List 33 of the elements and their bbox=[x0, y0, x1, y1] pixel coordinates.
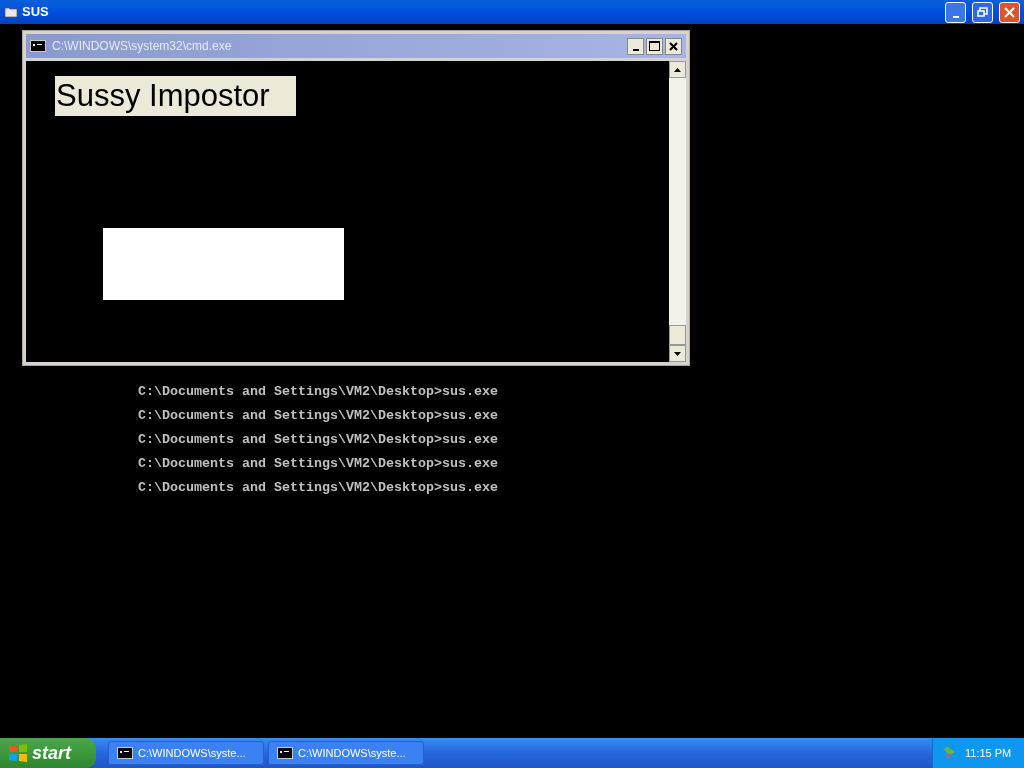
scroll-up-button[interactable] bbox=[669, 61, 686, 78]
close-button[interactable] bbox=[665, 37, 682, 55]
console-icon bbox=[30, 40, 46, 52]
label: Sussy Impostor bbox=[55, 76, 296, 116]
window-title: SUS bbox=[22, 3, 49, 22]
up-arrow-icon bbox=[674, 67, 681, 72]
scroll-down-button[interactable] bbox=[669, 345, 686, 362]
folder-icon bbox=[4, 6, 18, 18]
maximize-icon bbox=[649, 41, 660, 51]
restore-icon bbox=[977, 7, 988, 17]
minimize-icon bbox=[952, 15, 959, 18]
taskbar-button[interactable]: C:\WINDOWS\syste... bbox=[268, 741, 424, 765]
minimize-button[interactable] bbox=[627, 37, 644, 55]
network-icon bbox=[941, 746, 957, 760]
console-line: C:\Documents and Settings\VM2\Desktop>sus.exe bbox=[138, 455, 499, 473]
clock: 11:15 PM bbox=[965, 745, 1012, 761]
scroll-thumb[interactable] bbox=[669, 325, 686, 345]
console-line: C:\Documents and Settings\VM2\Desktop>sus.exe bbox=[138, 431, 499, 449]
windows-logo-icon bbox=[8, 744, 28, 762]
taskbar-button[interactable]: C:\WINDOWS\syste... bbox=[108, 741, 264, 765]
console-icon bbox=[117, 747, 133, 759]
maximize-button[interactable] bbox=[646, 37, 663, 55]
console-line: C:\Documents and Settings\VM2\Desktop>sus.exe bbox=[138, 383, 499, 401]
console-line: C:\Documents and Settings\VM2\Desktop>sus.exe bbox=[138, 479, 499, 497]
cmd-window-title: C:\WINDOWS\system32\cmd.exe bbox=[52, 38, 232, 55]
console-line: C:\Documents and Settings\VM2\Desktop>sus.exe bbox=[138, 407, 499, 425]
down-arrow-icon bbox=[674, 351, 681, 356]
restore-button[interactable] bbox=[972, 1, 993, 23]
console-icon bbox=[277, 747, 293, 759]
start-button[interactable]: start bbox=[0, 738, 96, 768]
close-icon bbox=[1004, 6, 1015, 18]
minimize-icon bbox=[632, 48, 639, 51]
close-icon bbox=[669, 41, 678, 51]
